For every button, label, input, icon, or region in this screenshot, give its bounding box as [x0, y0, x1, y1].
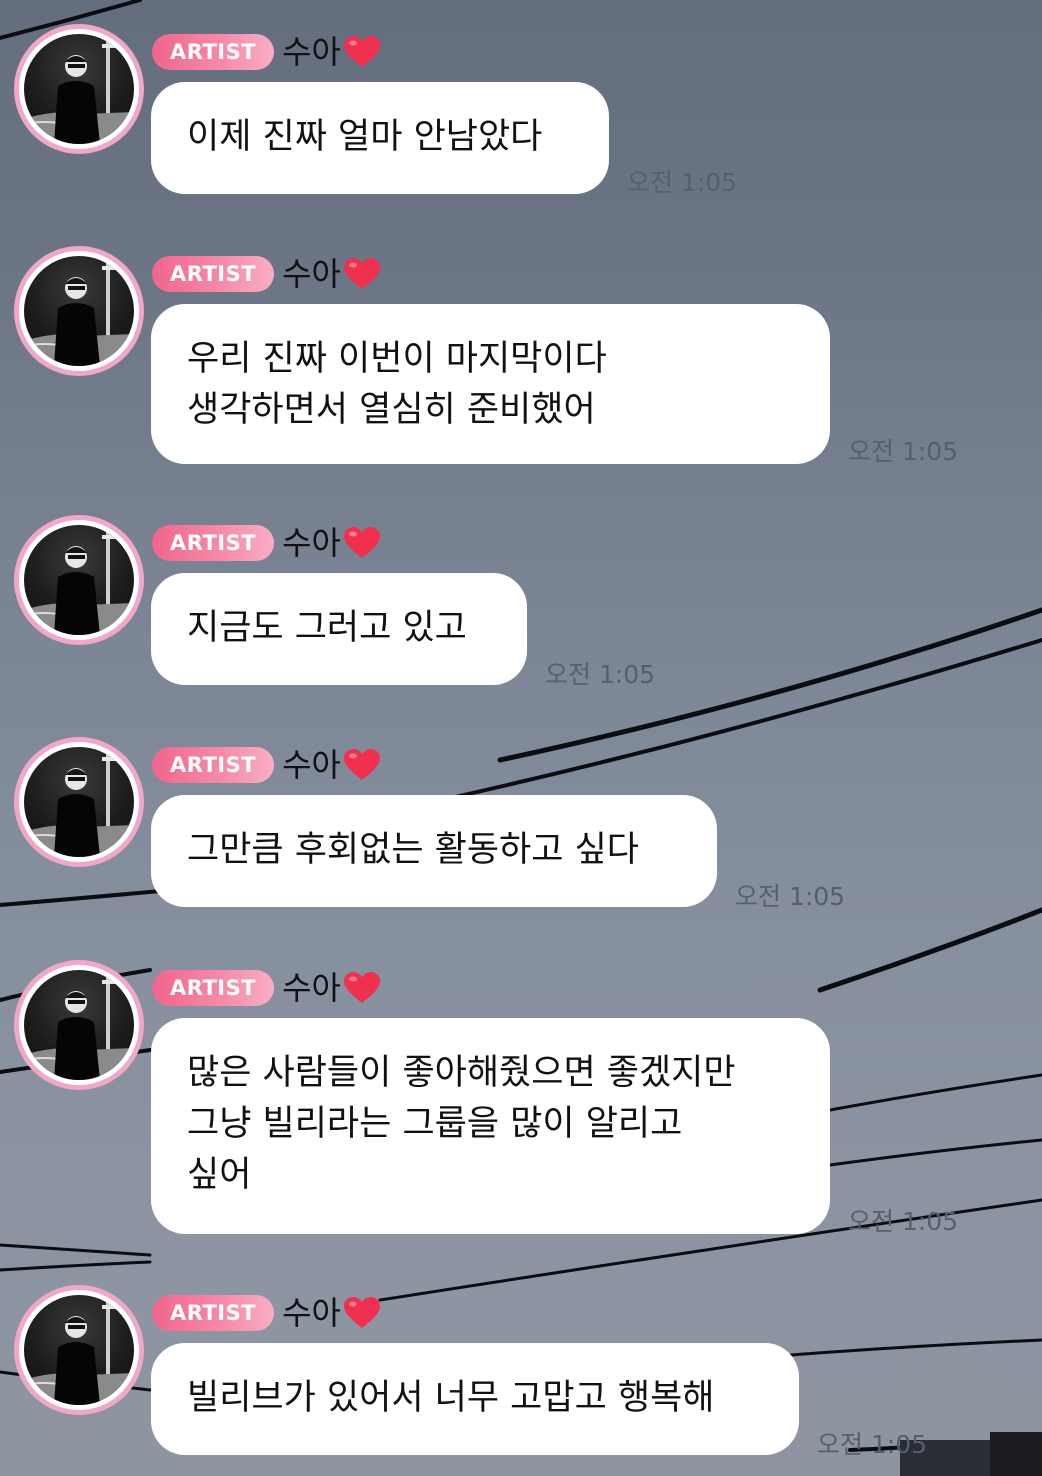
message-bubble[interactable]: 우리 진짜 이번이 마지막이다 생각하면서 열심히 준비했어: [151, 304, 830, 464]
message-bubble[interactable]: 빌리브가 있어서 너무 고맙고 행복해: [151, 1343, 799, 1455]
message-bubble[interactable]: 지금도 그러고 있고: [151, 573, 527, 685]
message-timestamp: 오전 1:05: [735, 882, 846, 911]
artist-badge: ARTIST: [152, 970, 275, 1006]
message-timestamp: 오전 1:05: [545, 660, 656, 689]
profile-photo: [24, 747, 134, 857]
author-name[interactable]: 수아: [282, 745, 341, 785]
author-name[interactable]: 수아: [282, 1293, 341, 1333]
heart-icon: [343, 258, 380, 289]
author-row: ARTIST 수아: [152, 523, 381, 563]
artist-badge: ARTIST: [152, 747, 275, 783]
message-timestamp: 오전 1:05: [627, 168, 738, 197]
message-timestamp: 오전 1:05: [848, 437, 959, 466]
heart-icon: [343, 1297, 380, 1328]
message-bubble[interactable]: 그만큼 후회없는 활동하고 싶다: [151, 795, 717, 907]
artist-badge: ARTIST: [152, 34, 275, 70]
author-name[interactable]: 수아: [282, 254, 341, 294]
author-row: ARTIST 수아: [152, 745, 381, 785]
artist-avatar[interactable]: [14, 1285, 144, 1415]
artist-badge: ARTIST: [152, 1295, 275, 1331]
profile-photo: [24, 34, 134, 144]
profile-photo: [24, 970, 134, 1080]
author-name[interactable]: 수아: [282, 32, 341, 72]
artist-avatar[interactable]: [14, 960, 144, 1090]
artist-avatar[interactable]: [14, 515, 144, 645]
author-name[interactable]: 수아: [282, 523, 341, 563]
heart-icon: [343, 527, 380, 558]
message-bubble[interactable]: 이제 진짜 얼마 안남았다: [151, 82, 609, 194]
heart-icon: [343, 749, 380, 780]
message-timestamp: 오전 1:05: [848, 1207, 959, 1236]
artist-avatar[interactable]: [14, 24, 144, 154]
author-row: ARTIST 수아: [152, 254, 381, 294]
heart-icon: [343, 972, 380, 1003]
message-bubble[interactable]: 많은 사람들이 좋아해줬으면 좋겠지만 그냥 빌리라는 그룹을 많이 알리고 싶…: [151, 1018, 830, 1234]
profile-photo: [24, 1295, 134, 1405]
profile-photo: [24, 256, 134, 366]
artist-badge: ARTIST: [152, 525, 275, 561]
artist-avatar[interactable]: [14, 246, 144, 376]
author-row: ARTIST 수아: [152, 32, 381, 72]
author-row: ARTIST 수아: [152, 968, 381, 1008]
author-row: ARTIST 수아: [152, 1293, 381, 1333]
author-name[interactable]: 수아: [282, 968, 341, 1008]
message-timestamp: 오전 1:05: [817, 1430, 928, 1459]
artist-badge: ARTIST: [152, 256, 275, 292]
profile-photo: [24, 525, 134, 635]
artist-avatar[interactable]: [14, 737, 144, 867]
background-sky-power-lines: [0, 0, 1042, 1476]
heart-icon: [343, 36, 380, 67]
